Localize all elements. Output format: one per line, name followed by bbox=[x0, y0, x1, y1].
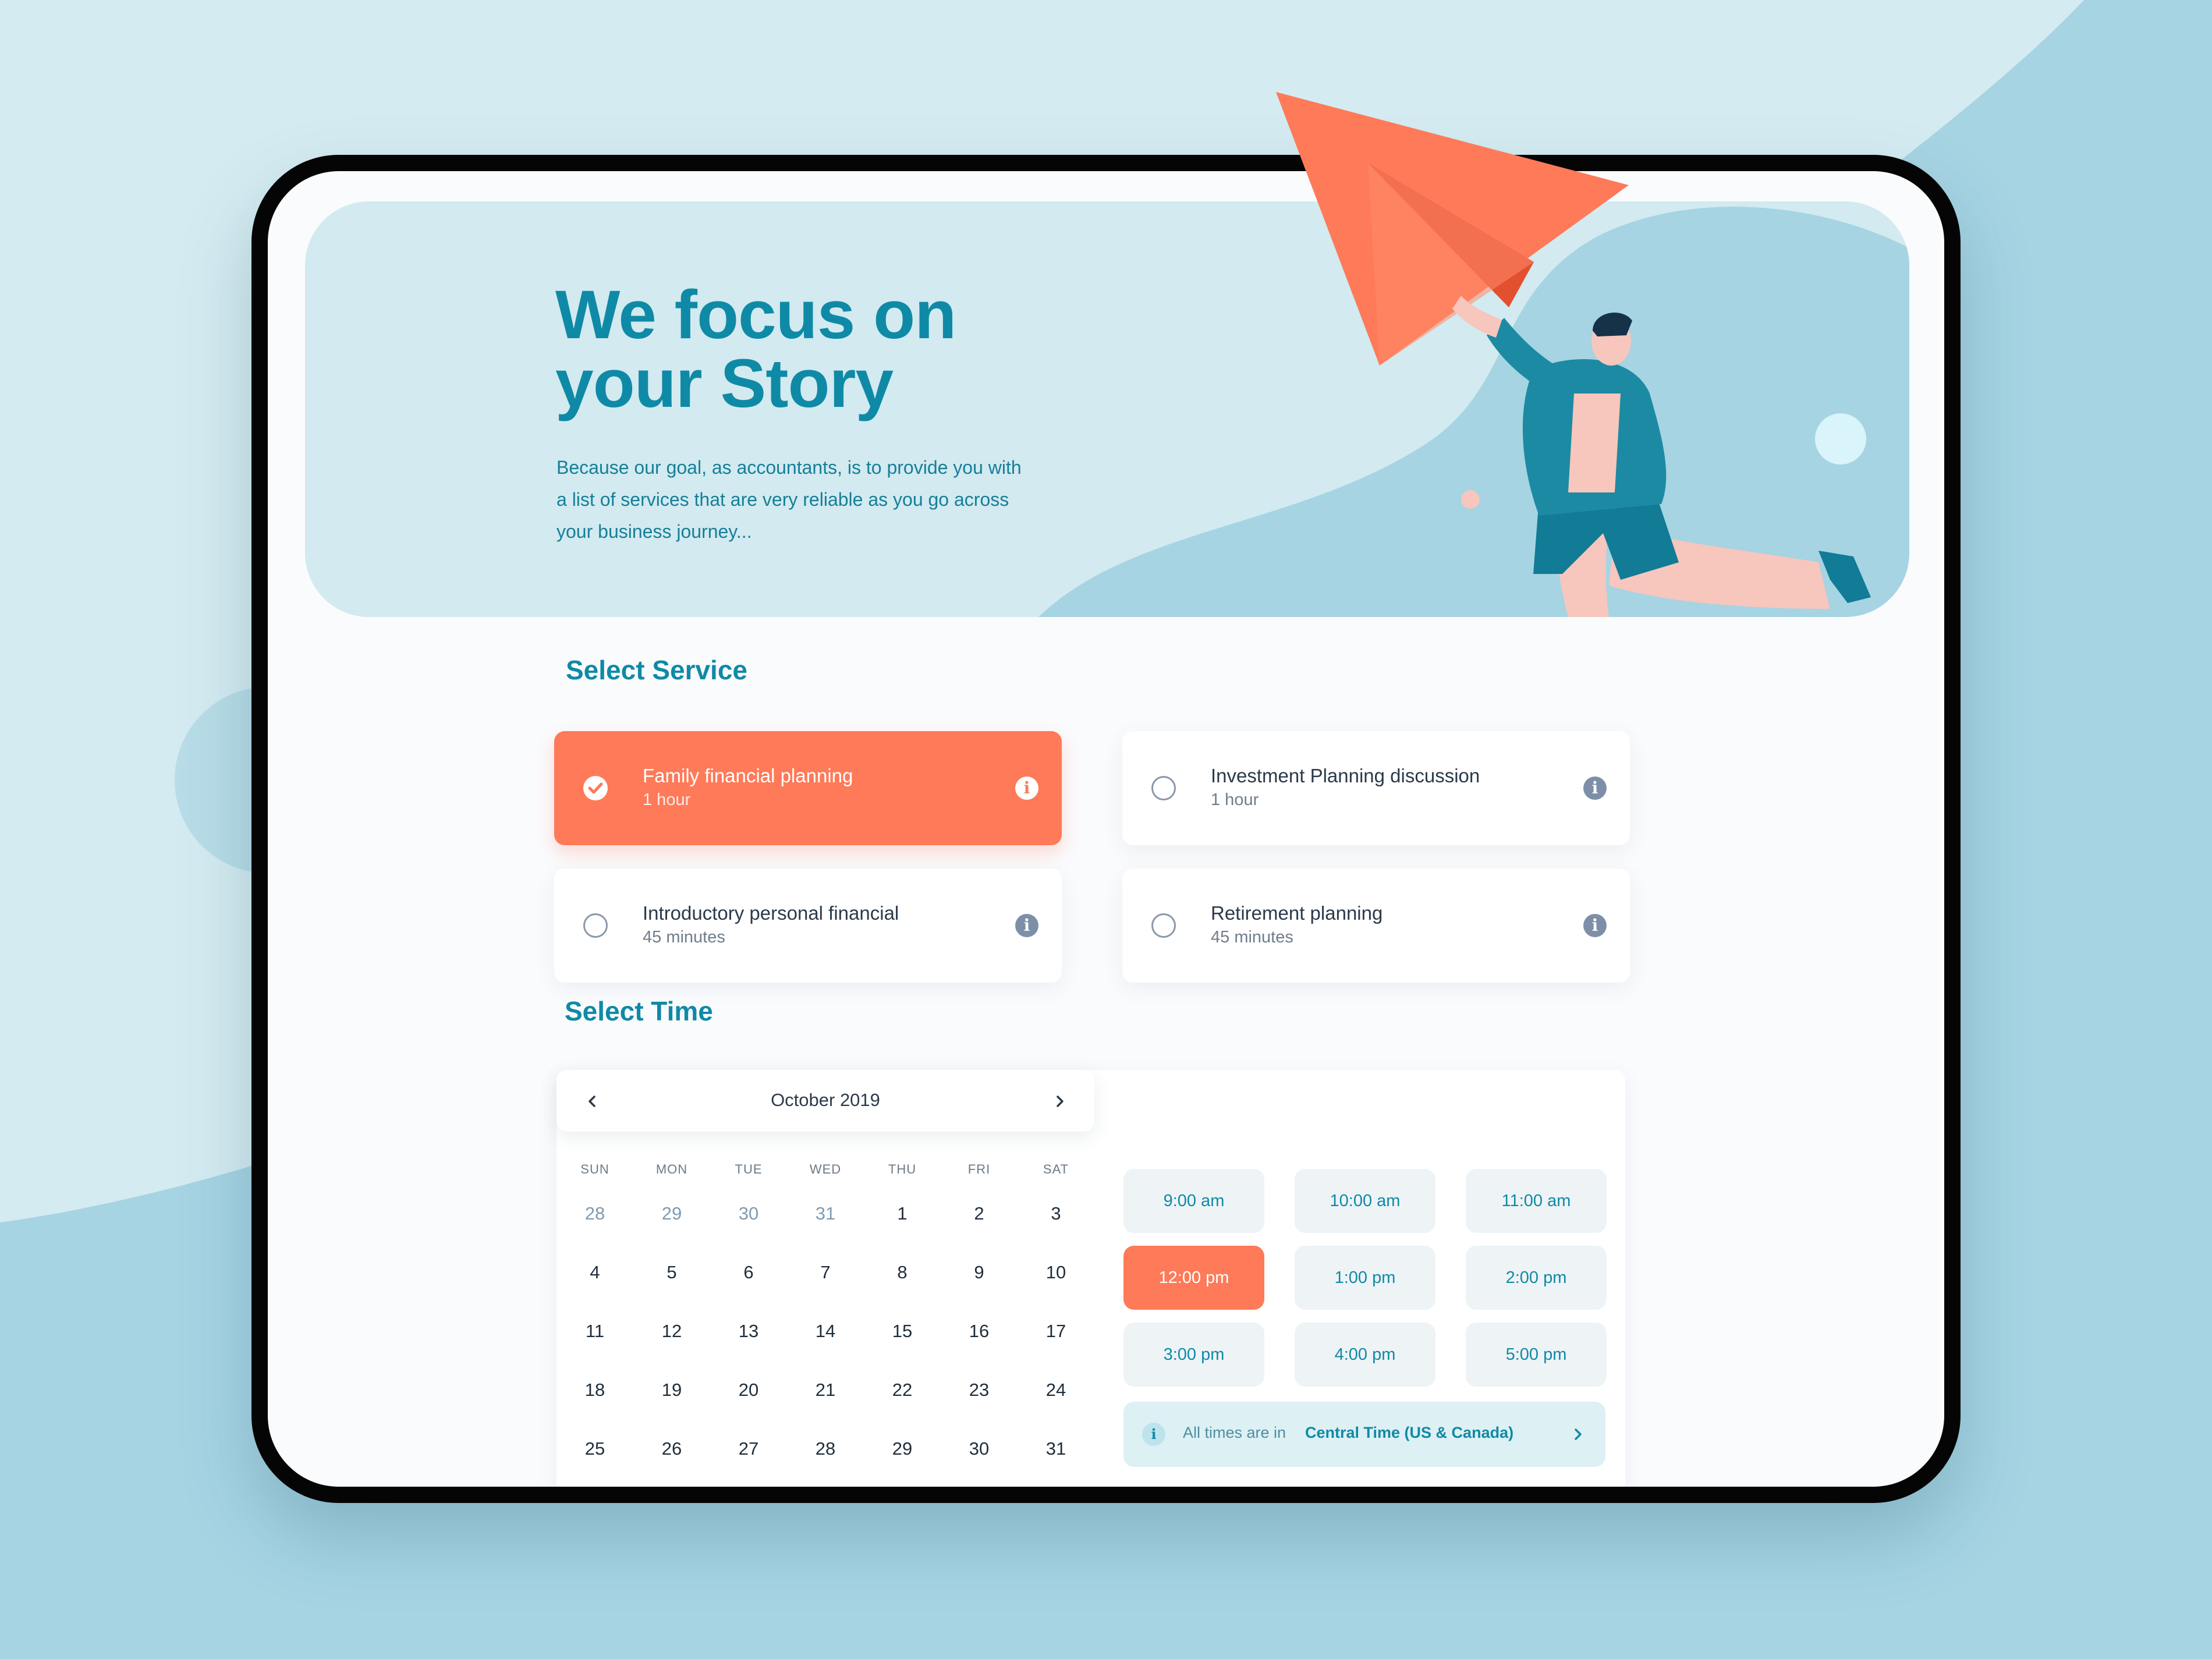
time-slot[interactable]: 11:00 am bbox=[1466, 1169, 1607, 1233]
timezone-selector[interactable]: i All times are in Central Time (US & Ca… bbox=[1123, 1402, 1605, 1467]
info-icon[interactable]: i bbox=[1015, 914, 1038, 937]
calendar-day[interactable]: 30 bbox=[941, 1419, 1018, 1478]
info-icon[interactable]: i bbox=[1015, 777, 1038, 800]
radio-icon[interactable] bbox=[1151, 776, 1176, 800]
time-slot[interactable]: 10:00 am bbox=[1295, 1169, 1435, 1233]
calendar-day[interactable]: 6 bbox=[710, 1243, 787, 1302]
calendar-day[interactable]: 9 bbox=[941, 1243, 1018, 1302]
weekday-label: TUE bbox=[735, 1162, 763, 1176]
hero-description: Because our goal, as accountants, is to … bbox=[556, 457, 1022, 542]
calendar-day[interactable]: 24 bbox=[1018, 1360, 1094, 1419]
calendar-grid: SUN MON TUE WED THU FRI SAT 28 29 30 31 … bbox=[556, 1155, 1094, 1478]
time-slot[interactable]: 2:00 pm bbox=[1466, 1246, 1607, 1310]
time-slots: 9:00 am 10:00 am 11:00 am 12:00 pm 1:00 … bbox=[1123, 1169, 1607, 1387]
time-slot[interactable]: 9:00 am bbox=[1123, 1169, 1264, 1233]
service-duration: 1 hour bbox=[1211, 790, 1259, 809]
month-navigator: October 2019 bbox=[556, 1070, 1094, 1132]
select-time-title: Select Time bbox=[565, 996, 713, 1026]
calendar-day[interactable]: 31 bbox=[787, 1184, 864, 1243]
service-card-introductory-personal-financial[interactable]: Introductory personal financial 45 minut… bbox=[554, 869, 1062, 983]
info-icon[interactable]: i bbox=[1583, 914, 1607, 937]
calendar-day[interactable]: 18 bbox=[556, 1360, 633, 1419]
chevron-right-icon bbox=[1057, 1096, 1064, 1107]
weekday-label: MON bbox=[655, 1162, 688, 1176]
hero-banner: We focus on your Story Because our goal,… bbox=[305, 201, 1909, 617]
check-icon bbox=[583, 776, 608, 800]
calendar-day[interactable]: 29 bbox=[633, 1184, 710, 1243]
calendar-day[interactable]: 1 bbox=[864, 1184, 941, 1243]
time-slot[interactable]: 3:00 pm bbox=[1123, 1323, 1264, 1387]
next-month-button[interactable] bbox=[1043, 1085, 1076, 1118]
calendar-day[interactable]: 31 bbox=[1018, 1419, 1094, 1478]
weekday-label: WED bbox=[809, 1162, 842, 1176]
info-icon[interactable]: i bbox=[1583, 777, 1607, 800]
calendar-day[interactable]: 7 bbox=[787, 1243, 864, 1302]
time-slot[interactable]: 5:00 pm bbox=[1466, 1323, 1607, 1387]
calendar-day[interactable]: 3 bbox=[1018, 1184, 1094, 1243]
timezone-value: Central Time (US & Canada) bbox=[1305, 1424, 1514, 1441]
service-card-retirement-planning[interactable]: Retirement planning 45 minutes i bbox=[1122, 869, 1630, 983]
calendar-day[interactable]: 21 bbox=[787, 1360, 864, 1419]
select-service-title: Select Service bbox=[566, 655, 748, 685]
time-slot-selected[interactable]: 12:00 pm bbox=[1123, 1246, 1264, 1310]
calendar-day[interactable]: 27 bbox=[710, 1419, 787, 1478]
weekday-label: SUN bbox=[580, 1162, 609, 1176]
weekday-label: FRI bbox=[967, 1162, 991, 1176]
calendar-day[interactable]: 4 bbox=[556, 1243, 633, 1302]
service-card-family-financial-planning[interactable]: Family financial planning 1 hour i bbox=[554, 731, 1062, 845]
calendar-day[interactable]: 12 bbox=[633, 1302, 710, 1360]
service-name: Introductory personal financial bbox=[643, 902, 899, 924]
calendar-day[interactable]: 22 bbox=[864, 1360, 941, 1419]
service-card-investment-planning[interactable]: Investment Planning discussion 1 hour i bbox=[1122, 731, 1630, 845]
service-name: Retirement planning bbox=[1211, 902, 1383, 924]
timezone-prefix: All times are in bbox=[1183, 1424, 1286, 1441]
time-slot[interactable]: 1:00 pm bbox=[1295, 1246, 1435, 1310]
calendar-day[interactable]: 8 bbox=[864, 1243, 941, 1302]
time-slot[interactable]: 4:00 pm bbox=[1295, 1323, 1435, 1387]
calendar-day[interactable]: 28 bbox=[556, 1184, 633, 1243]
calendar-day[interactable]: 15 bbox=[864, 1302, 941, 1360]
calendar-day[interactable]: 5 bbox=[633, 1243, 710, 1302]
calendar-day[interactable]: 28 bbox=[787, 1419, 864, 1478]
weekday-label: SAT bbox=[1043, 1162, 1069, 1176]
calendar-day[interactable]: 10 bbox=[1018, 1243, 1094, 1302]
tablet-frame: We focus on your Story Because our goal,… bbox=[251, 155, 1961, 1503]
chevron-right-icon bbox=[1575, 1428, 1582, 1440]
radio-icon[interactable] bbox=[583, 913, 608, 938]
month-label: October 2019 bbox=[771, 1090, 880, 1110]
calendar-day[interactable]: 11 bbox=[556, 1302, 633, 1360]
calendar-day[interactable]: 13 bbox=[710, 1302, 787, 1360]
calendar-day[interactable]: 23 bbox=[941, 1360, 1018, 1419]
calendar-day[interactable]: 14 bbox=[787, 1302, 864, 1360]
hero-title: We focus on your Story bbox=[555, 276, 956, 422]
service-name: Family financial planning bbox=[643, 765, 853, 786]
service-duration: 45 minutes bbox=[643, 928, 725, 947]
calendar-day[interactable]: 16 bbox=[941, 1302, 1018, 1360]
info-icon: i bbox=[1142, 1423, 1165, 1446]
calendar-day[interactable]: 2 bbox=[941, 1184, 1018, 1243]
screen: We focus on your Story Because our goal,… bbox=[268, 171, 1944, 1487]
calendar-day[interactable]: 19 bbox=[633, 1360, 710, 1419]
service-duration: 1 hour bbox=[643, 790, 691, 809]
service-name: Investment Planning discussion bbox=[1211, 765, 1480, 786]
paper-plane-illustration bbox=[1276, 92, 1629, 366]
service-duration: 45 minutes bbox=[1211, 928, 1293, 947]
weekday-label: THU bbox=[888, 1162, 917, 1176]
calendar-day[interactable]: 29 bbox=[864, 1419, 941, 1478]
calendar-day[interactable]: 25 bbox=[556, 1419, 633, 1478]
calendar-day[interactable]: 30 bbox=[710, 1184, 787, 1243]
calendar-day[interactable]: 20 bbox=[710, 1360, 787, 1419]
calendar-day[interactable]: 26 bbox=[633, 1419, 710, 1478]
radio-icon[interactable] bbox=[1151, 913, 1176, 938]
calendar-day[interactable]: 17 bbox=[1018, 1302, 1094, 1360]
